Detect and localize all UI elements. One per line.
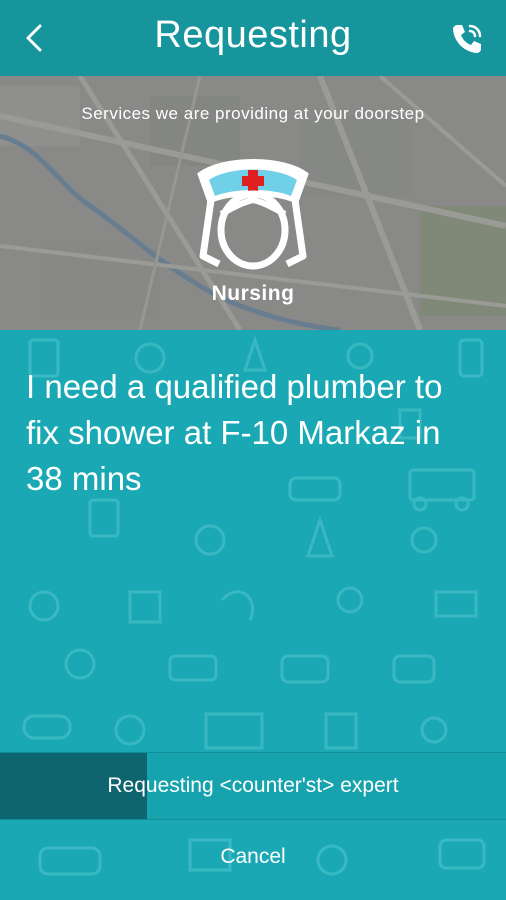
header-bar: Requesting — [0, 0, 506, 76]
nurse-icon[interactable] — [193, 156, 313, 276]
service-label: Nursing — [211, 282, 295, 305]
page-title: Requesting — [154, 14, 352, 56]
services-tagline: Services we are providing at your doorst… — [81, 104, 425, 123]
map-background: Services we are providing at your doorst… — [0, 76, 506, 330]
cancel-button[interactable]: Cancel — [0, 820, 506, 900]
progress-label: Requesting <counter'st> expert — [107, 774, 399, 797]
request-progress: Requesting <counter'st> expert — [0, 752, 506, 820]
request-message: I need a qualified plumber to fix shower… — [26, 368, 443, 497]
phone-call-icon[interactable] — [448, 20, 486, 58]
